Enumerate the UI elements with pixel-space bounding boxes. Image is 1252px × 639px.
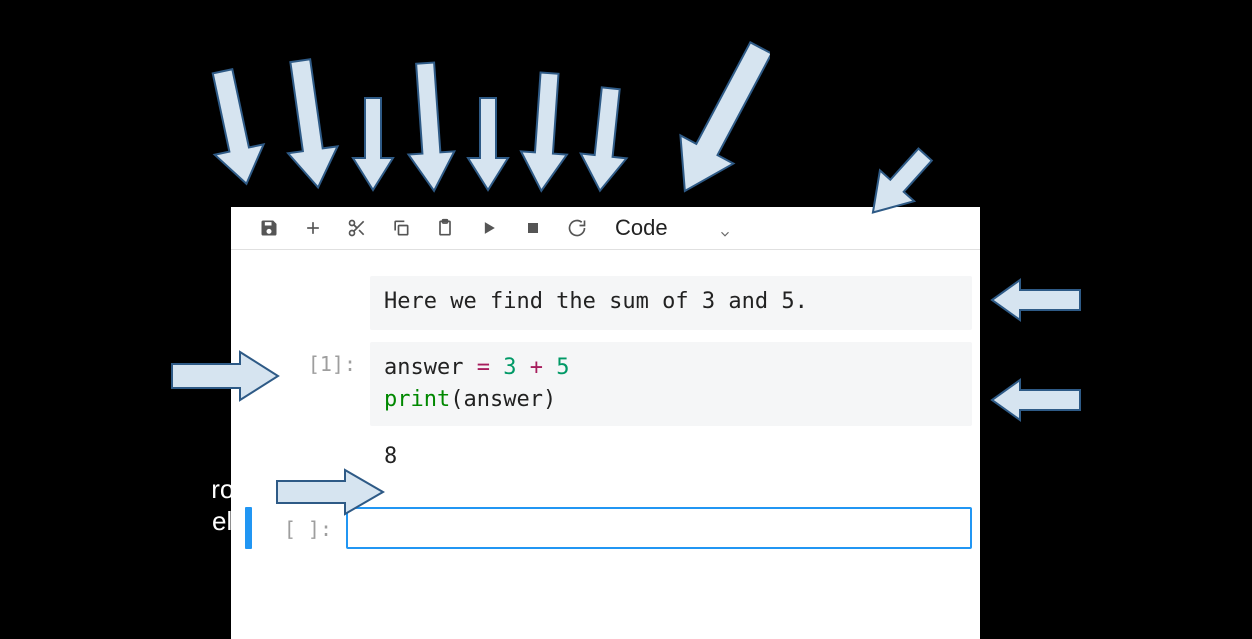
cell-type-dropdown[interactable]: Code (607, 207, 740, 249)
annotation-arrow (400, 60, 460, 200)
annotation-arrow (275, 55, 345, 200)
code-output-1: 8 (231, 432, 980, 483)
cell-prompt: [1]: (266, 342, 370, 376)
save-button[interactable] (247, 207, 291, 249)
cell-prompt (266, 276, 370, 286)
stop-button[interactable] (511, 207, 555, 249)
code-content[interactable] (346, 507, 972, 549)
notebook-body: Here we find the sum of 3 and 5. [1]: an… (231, 250, 980, 555)
add-cell-button[interactable] (291, 207, 335, 249)
run-button[interactable] (467, 207, 511, 249)
paste-button[interactable] (423, 207, 467, 249)
copy-button[interactable] (379, 207, 423, 249)
code-cell-2[interactable]: [ ]: (231, 501, 980, 555)
annotation-arrow (575, 85, 635, 200)
cut-button[interactable] (335, 207, 379, 249)
annotation-arrow (640, 30, 770, 210)
restart-button[interactable] (555, 207, 599, 249)
output-text: 8 (370, 438, 972, 477)
annotation-arrow (345, 95, 400, 200)
annotation-arrow (200, 65, 270, 200)
active-cell-indicator (245, 507, 252, 549)
notebook-panel: Code Here we find the sum of 3 and 5. [1… (231, 207, 980, 639)
annotation-label-fragment: ell (196, 506, 238, 537)
code-cell-1[interactable]: [1]: answer = 3 + 5 print(answer) (231, 336, 980, 432)
markdown-content[interactable]: Here we find the sum of 3 and 5. (370, 276, 972, 330)
annotation-arrow (515, 70, 575, 200)
markdown-cell[interactable]: Here we find the sum of 3 and 5. (231, 270, 980, 336)
annotation-arrow (990, 278, 1085, 326)
annotation-arrow (990, 378, 1085, 426)
annotation-label-fragment: rom (196, 474, 256, 505)
annotation-arrow (460, 95, 515, 200)
chevron-down-icon (718, 221, 732, 235)
notebook-toolbar: Code (231, 207, 980, 250)
code-content[interactable]: answer = 3 + 5 print(answer) (370, 342, 972, 426)
cell-prompt: [ ]: (266, 507, 346, 541)
cell-type-label: Code (615, 215, 668, 241)
